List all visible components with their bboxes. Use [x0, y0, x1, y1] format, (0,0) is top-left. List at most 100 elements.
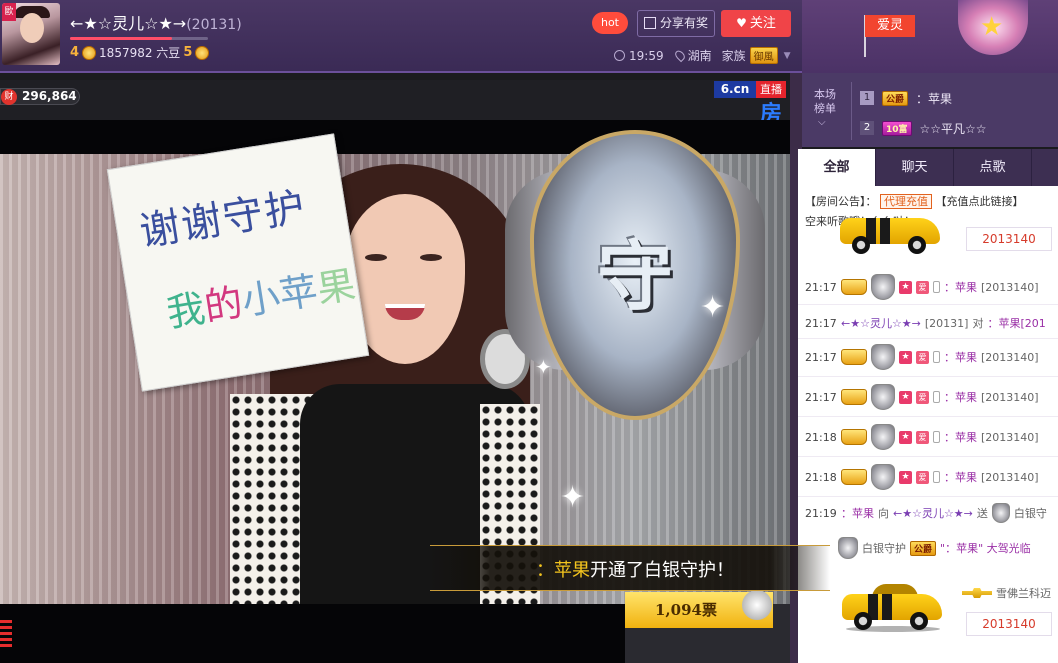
share-label: 分享有奖 [660, 16, 709, 30]
message-user[interactable]: ：苹果 [841, 505, 874, 521]
message-verb: 送 [976, 507, 988, 520]
arrival-text: "：苹果" 大驾光临 [940, 542, 1031, 555]
love-badge-icon: 爱 [916, 390, 929, 404]
arrival-guard-level: 白银守护 [862, 542, 906, 555]
sign-char: 小苹 [238, 268, 321, 324]
love-badge-icon: 爱 [916, 280, 929, 294]
message-user[interactable]: ：苹果 [944, 469, 977, 485]
car-image [840, 218, 940, 258]
tab-song-request[interactable]: 点歌 [954, 149, 1032, 186]
car-wheel [908, 236, 926, 254]
anchor-avatar[interactable]: 歐 [2, 3, 60, 65]
chat-message[interactable]: 21:17 ★ 爱 ：苹果 [2013140] [805, 384, 1039, 410]
ranking-label[interactable]: 本场 榜单 [808, 88, 842, 116]
message-time: 21:17 [805, 280, 837, 294]
noble-badge: 公爵 [882, 90, 909, 106]
ranking-row[interactable]: 1 公爵 ：苹果 [860, 89, 952, 107]
message-target[interactable]: ：苹果[201 [987, 315, 1045, 331]
hot-badge[interactable]: hot [592, 12, 628, 34]
signal-bars-icon [0, 620, 12, 650]
notice-prefix: 【房间公告】： [805, 195, 877, 208]
message-user-id: [20131] [924, 316, 969, 330]
message-time: 21:18 [805, 430, 837, 444]
share-button[interactable]: 分享有奖 [637, 10, 715, 37]
performer-eye [365, 254, 387, 261]
message-user-id: [2013140] [981, 350, 1039, 364]
row-separator [798, 338, 1058, 339]
performer-eye [420, 254, 442, 261]
message-connector: 对 [972, 317, 984, 330]
car-stripe [882, 594, 892, 620]
star-icon: ★ [899, 470, 912, 484]
message-time: 21:17 [805, 316, 837, 330]
message-time: 21:19 [805, 506, 837, 520]
family-badge[interactable]: 御風 [749, 47, 778, 64]
chat-message[interactable]: 21:18 ★ 爱 ：苹果 [2013140] [805, 464, 1039, 490]
crown-icon [841, 349, 867, 365]
chat-message[interactable]: 21:17 ←★☆灵儿☆★→ [20131] 对 ：苹果[201 [805, 312, 1046, 334]
anchor-nickname: ←★☆灵儿☆★→ [70, 14, 187, 33]
message-user[interactable]: ：苹果 [944, 349, 977, 365]
notice-recharge-link[interactable]: 【充值点此链接】 [936, 195, 1024, 208]
sparkle-icon: ✦ [700, 290, 726, 325]
love-badge-icon: 爱 [916, 350, 929, 364]
message-user[interactable]: ：苹果 [944, 279, 977, 295]
location: 湖南 [687, 49, 712, 63]
message-user[interactable]: ←★☆灵儿☆★→ [841, 315, 921, 331]
message-user-id: [2013140] [981, 390, 1039, 404]
crown-icon [841, 279, 867, 295]
message-user[interactable]: ：苹果 [944, 429, 977, 445]
love-badge-icon: 爱 [916, 430, 929, 444]
phone-icon [933, 431, 940, 443]
anchor-stats: 4 1857982 六豆 5 [70, 44, 210, 61]
chevron-down-icon[interactable]: ⌵ [818, 117, 826, 128]
sparkle-icon: ✦ [535, 355, 552, 379]
love-badge-icon: 爱 [916, 470, 929, 484]
follow-label: 关注 [749, 16, 776, 31]
bean-count: 1857982 六豆 [99, 46, 181, 60]
follow-button[interactable]: ♥ 关注 [721, 10, 791, 37]
agent-recharge-link[interactable]: 代理充值 [880, 194, 932, 209]
microphone-icon [742, 590, 772, 620]
location-icon [672, 48, 687, 63]
tab-chat[interactable]: 聊天 [876, 149, 954, 186]
avatar-tag: 歐 [2, 3, 16, 21]
star-icon: ★ [899, 280, 912, 294]
phone-icon [933, 351, 940, 363]
site-logo: 6.cn [714, 81, 756, 98]
message-user[interactable]: ：苹果 [944, 389, 977, 405]
row-separator [798, 496, 1058, 497]
message-user-id: [2013140] [981, 280, 1039, 294]
level-progress-bar [70, 37, 208, 40]
chat-message[interactable]: 21:17 ★ 爱 ：苹果 [2013140] [805, 344, 1039, 370]
vote-count: 1,094票 [655, 601, 717, 619]
guard-icon [838, 537, 858, 559]
message-time: 21:17 [805, 350, 837, 364]
ranking-row[interactable]: 2 10富 ☆☆平凡☆☆ [860, 119, 987, 137]
thank-you-sign: 谢谢守护 我的小苹果 [106, 133, 370, 392]
guard-icon [991, 503, 1010, 523]
sign-line-2: 我的小苹果 [162, 253, 359, 337]
chevron-down-icon[interactable]: ▼ [784, 51, 791, 61]
chat-message[interactable]: 21:19 ：苹果 向 ←★☆灵儿☆★→ 送 白银守 [805, 502, 1047, 524]
chat-message[interactable]: 21:17 ★ 爱 ：苹果 [2013140] [805, 274, 1039, 300]
fan-flag[interactable]: 爱灵 [865, 15, 915, 37]
guard-icon [871, 424, 895, 450]
star-icon: ★ [899, 350, 912, 364]
crown-icon [82, 45, 97, 60]
sparkle-icon: ✦ [560, 480, 586, 515]
rank-number: 2 [860, 121, 874, 135]
message-target[interactable]: ←★☆灵儿☆★→ [893, 505, 973, 521]
tab-all[interactable]: 全部 [798, 149, 876, 186]
chat-message[interactable]: 21:18 ★ 爱 ：苹果 [2013140] [805, 424, 1039, 450]
arrival-message[interactable]: 白银守护 公爵 "：苹果" 大驾光临 [838, 537, 1031, 559]
guard-announcement-user: ：苹果 [536, 560, 590, 581]
anchor-room-id: (20131) [186, 17, 242, 33]
clock-icon [614, 50, 625, 61]
video-letterbox-bottom [0, 604, 625, 663]
ranking-divider [851, 82, 852, 140]
anchor-name[interactable]: ←★☆灵儿☆★→(20131) [70, 10, 242, 34]
car-brand-row: 雪佛兰科迈 [962, 582, 1051, 604]
live-time: 19:59 [629, 48, 664, 63]
wealth-badge: 10富 [882, 120, 912, 136]
